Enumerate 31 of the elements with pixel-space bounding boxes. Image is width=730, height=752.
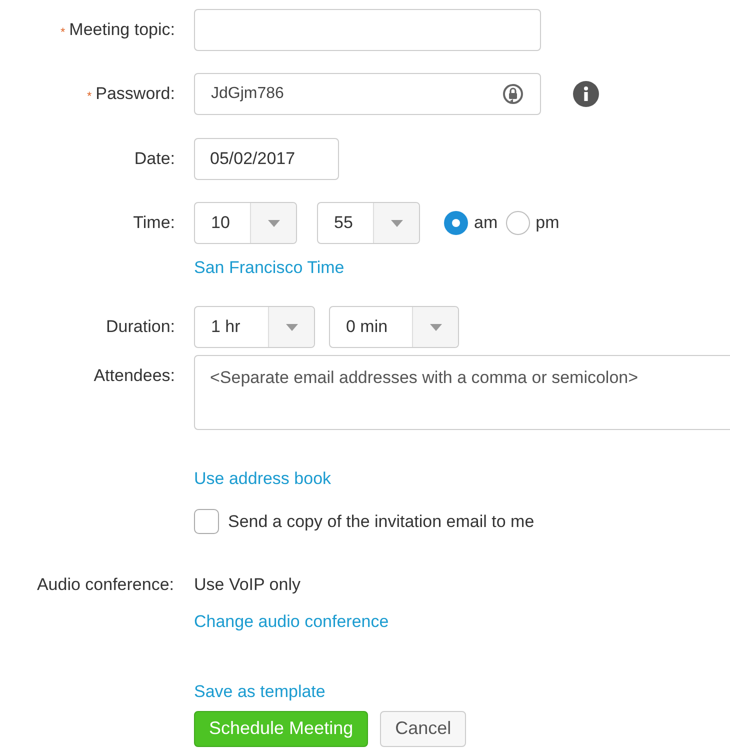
lock-refresh-icon[interactable] bbox=[502, 83, 524, 105]
info-icon[interactable] bbox=[573, 81, 599, 107]
caret-icon bbox=[286, 324, 298, 330]
field-label: Password: bbox=[96, 83, 175, 106]
dropdown[interactable]: 10 bbox=[194, 202, 297, 244]
field-label: Audio conference: bbox=[36, 574, 174, 596]
required-mark: * bbox=[86, 88, 92, 105]
checkbox[interactable] bbox=[194, 509, 219, 534]
field-label: Duration: bbox=[106, 316, 175, 338]
password-field[interactable]: JdGjm786 bbox=[194, 73, 541, 115]
radio-label: pm bbox=[536, 212, 560, 234]
radio-button[interactable] bbox=[444, 211, 468, 235]
dropdown[interactable]: 1 hr bbox=[194, 306, 315, 348]
cancel-button[interactable]: Cancel bbox=[380, 710, 466, 746]
dropdown[interactable]: 55 bbox=[317, 202, 420, 244]
audio-conference-value: Use VoIP only bbox=[194, 574, 302, 596]
dropdown[interactable]: 0 min bbox=[329, 306, 459, 348]
caret-icon bbox=[390, 220, 402, 226]
caret-icon bbox=[268, 220, 280, 226]
field-label: Time: bbox=[133, 212, 175, 234]
field-label: Meeting topic: bbox=[69, 19, 175, 42]
caret-icon bbox=[430, 324, 442, 330]
radio-label: am bbox=[474, 212, 498, 234]
text-field[interactable] bbox=[194, 9, 541, 51]
field-label: Attendees: bbox=[94, 365, 175, 388]
checkbox-label: Send a copy of the invitation email to me bbox=[228, 511, 534, 533]
required-mark: * bbox=[60, 24, 66, 41]
radio-button[interactable] bbox=[506, 211, 530, 235]
attendees-field[interactable]: <Separate email addresses with a comma or semicolon> bbox=[194, 355, 730, 430]
field-label: Date: bbox=[134, 148, 175, 170]
date-field[interactable]: 05/02/2017 bbox=[194, 138, 339, 180]
